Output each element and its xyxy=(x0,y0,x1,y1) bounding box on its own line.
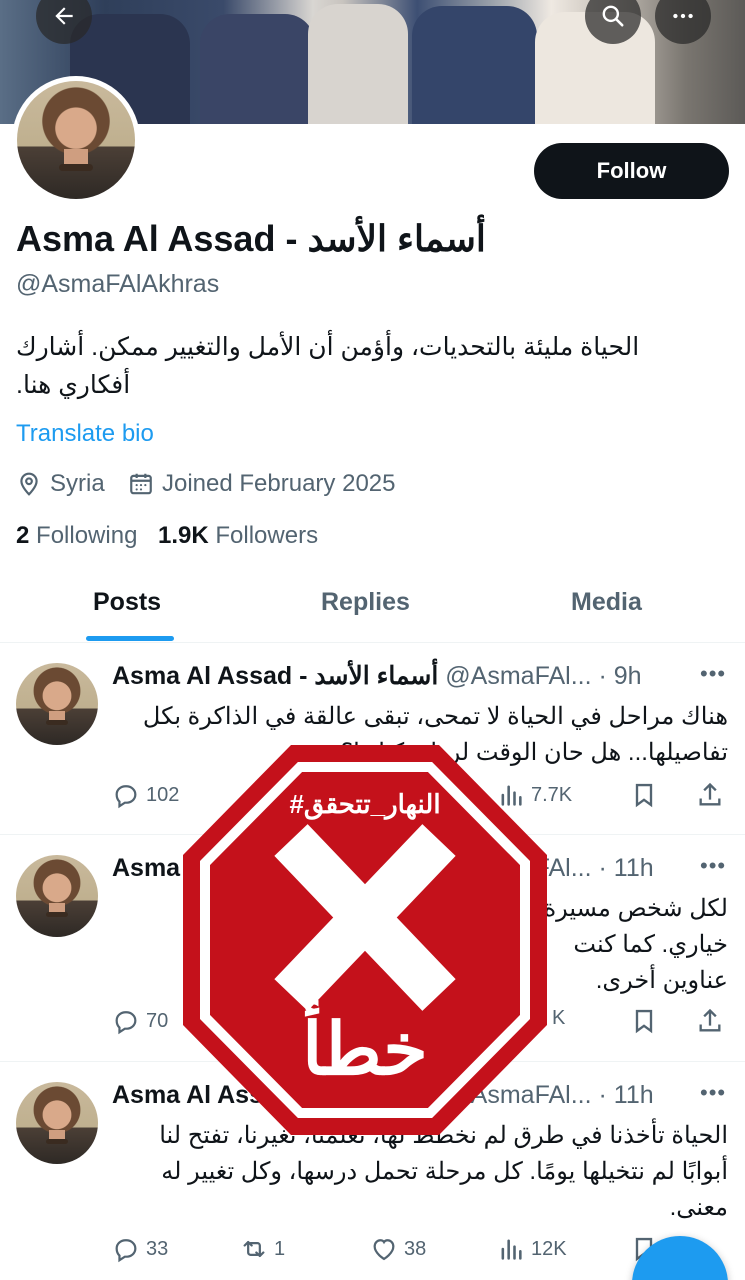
post-more-icon[interactable]: ••• xyxy=(700,1080,726,1106)
following-link[interactable]: 2 Following xyxy=(16,522,137,550)
profile-joined-date: Joined February 2025 xyxy=(128,470,395,498)
followers-link[interactable]: 1.9K Followers xyxy=(158,522,318,550)
repost-count: 1 xyxy=(274,1237,286,1260)
share-icon xyxy=(699,1008,721,1032)
reply-icon xyxy=(115,1011,137,1035)
view-count: 12K xyxy=(531,1237,567,1260)
post-avatar[interactable] xyxy=(16,663,98,745)
reply-button[interactable]: 102 xyxy=(112,781,179,809)
tab-replies[interactable]: Replies xyxy=(321,588,410,617)
post-text-line-2: أبوابًا لم نتخيلها يومًا. كل مرحلة تحمل … xyxy=(161,1158,728,1185)
search-icon xyxy=(602,5,624,27)
reply-count: 102 xyxy=(146,783,180,806)
active-tab-indicator xyxy=(86,636,174,641)
calendar-icon xyxy=(130,473,152,495)
joined-text: Joined February 2025 xyxy=(162,470,396,497)
translate-bio-link[interactable]: Translate bio xyxy=(16,420,154,448)
following-label: Following xyxy=(36,522,138,549)
post-actions: 33 1 38 12K xyxy=(112,1235,728,1265)
fact-check-stamp: #النهار_تتحقق خطأ xyxy=(183,745,547,1135)
share-icon xyxy=(699,782,721,806)
post-author-name[interactable]: Asma Al Assad - أسماء الأسد xyxy=(112,662,438,690)
like-button[interactable]: 38 xyxy=(370,1235,426,1263)
stamp-hashtag: #النهار_تتحقق xyxy=(289,789,441,819)
repost-icon xyxy=(243,1240,265,1258)
profile-location: Syria xyxy=(16,470,105,498)
post-time[interactable]: · 9h xyxy=(599,662,642,690)
reply-button[interactable]: 33 xyxy=(112,1235,168,1263)
share-button[interactable] xyxy=(696,1007,724,1035)
bookmark-button[interactable] xyxy=(630,1007,658,1035)
post-time[interactable]: · 11h xyxy=(599,854,654,882)
post-text-line-3: معنى. xyxy=(669,1194,728,1221)
post-time[interactable]: · 11h xyxy=(599,1081,654,1109)
reply-icon xyxy=(115,1239,137,1263)
views-button[interactable]: 12K xyxy=(497,1235,567,1263)
post-avatar[interactable] xyxy=(16,1082,98,1164)
post-author-handle: @AsmaFAl... xyxy=(445,662,592,690)
follow-button[interactable]: Follow xyxy=(534,143,729,199)
views-button[interactable]: K xyxy=(552,1007,565,1030)
stamp-verdict: خطأ xyxy=(302,1010,428,1090)
profile-bio-line-2: أفكاري هنا. xyxy=(16,371,131,399)
view-count: K xyxy=(552,1007,566,1029)
like-count: 38 xyxy=(404,1237,427,1260)
heart-icon xyxy=(373,1239,395,1261)
profile-bio-line-1: الحياة مليئة بالتحديات، وأؤمن أن الأمل و… xyxy=(16,333,640,361)
post-avatar[interactable] xyxy=(16,855,98,937)
followers-label: Followers xyxy=(215,522,319,549)
reply-button[interactable]: 70 xyxy=(112,1007,168,1035)
post-header: Asma Al Assad - أسماء الأسد @AsmaFAl... … xyxy=(112,661,642,691)
bookmark-button[interactable] xyxy=(630,781,658,809)
location-text: Syria xyxy=(50,470,105,497)
tab-media[interactable]: Media xyxy=(571,588,642,617)
reply-icon xyxy=(115,785,137,809)
profile-name: Asma Al Assad - أسماء الأسد xyxy=(16,218,486,259)
more-horizontal-icon xyxy=(673,13,693,19)
post-more-icon[interactable]: ••• xyxy=(700,661,726,687)
profile-handle: @AsmaFAlAkhras xyxy=(16,270,220,298)
repost-button[interactable]: 1 xyxy=(240,1235,285,1263)
reply-count: 70 xyxy=(146,1009,169,1032)
tab-posts[interactable]: Posts xyxy=(93,588,161,617)
profile-tabs: Posts Replies Media xyxy=(0,570,745,643)
location-pin-icon xyxy=(20,472,38,496)
post-more-icon[interactable]: ••• xyxy=(700,853,726,879)
reply-count: 33 xyxy=(146,1237,169,1260)
share-button[interactable] xyxy=(696,781,724,809)
views-chart-icon xyxy=(501,1239,522,1260)
bookmark-icon xyxy=(635,783,653,808)
profile-avatar[interactable] xyxy=(12,76,140,204)
post-text-line-1: هناك مراحل في الحياة لا تمحى، تبقى عالقة… xyxy=(142,703,728,730)
arrow-left-icon xyxy=(55,7,73,25)
followers-count: 1.9K xyxy=(158,522,209,549)
bookmark-icon xyxy=(635,1009,653,1034)
following-count: 2 xyxy=(16,522,30,549)
